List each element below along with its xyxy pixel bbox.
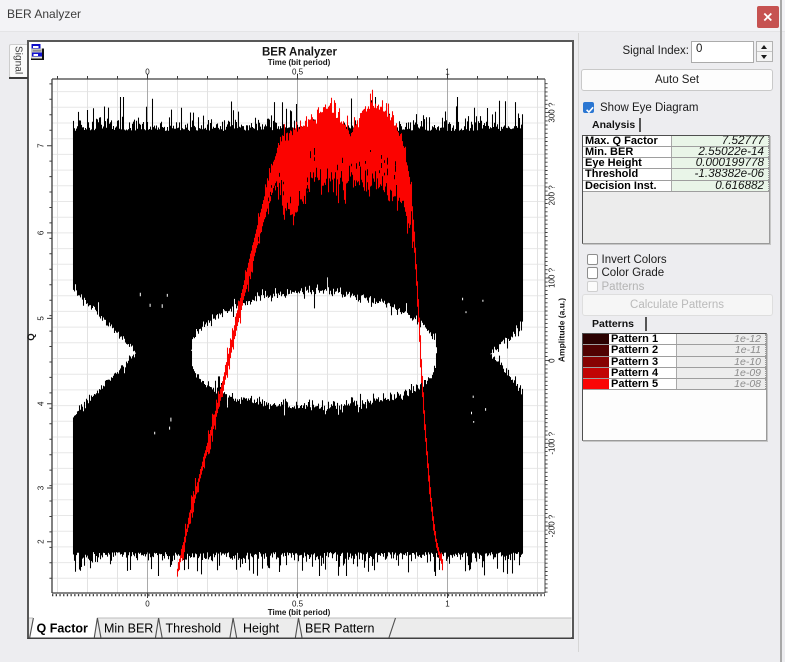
svg-text:-200 ?: -200 ? xyxy=(548,514,557,537)
svg-text:Time (bit period): Time (bit period) xyxy=(268,608,331,617)
svg-text:6: 6 xyxy=(37,230,46,235)
svg-text:100 ?: 100 ? xyxy=(548,267,557,288)
svg-text:Amplitude (a.u.): Amplitude (a.u.) xyxy=(557,298,567,362)
svg-text:Min BER: Min BER xyxy=(104,622,153,636)
svg-text:Q Factor: Q Factor xyxy=(37,622,89,636)
svg-text:BER Analyzer: BER Analyzer xyxy=(262,47,338,59)
svg-text:1: 1 xyxy=(445,600,450,609)
svg-text:2: 2 xyxy=(37,539,46,544)
svg-text:4: 4 xyxy=(37,401,46,406)
svg-text:Q: Q xyxy=(26,333,37,340)
svg-text:0: 0 xyxy=(145,600,150,609)
svg-text:3: 3 xyxy=(37,485,46,490)
svg-text:Height: Height xyxy=(243,622,280,636)
svg-text:0: 0 xyxy=(145,68,150,77)
svg-text:5: 5 xyxy=(37,316,46,321)
svg-text:200 ?: 200 ? xyxy=(548,185,557,206)
svg-text:0.5: 0.5 xyxy=(292,68,304,77)
svg-text:BER Pattern: BER Pattern xyxy=(305,622,375,636)
svg-text:7: 7 xyxy=(37,143,46,148)
svg-text:0: 0 xyxy=(548,358,557,363)
svg-text:1: 1 xyxy=(445,68,450,77)
svg-text:Threshold: Threshold xyxy=(166,622,222,636)
svg-text:Time (bit period): Time (bit period) xyxy=(268,58,331,67)
svg-text:-100 ?: -100 ? xyxy=(548,431,557,454)
svg-text:300 ?: 300 ? xyxy=(548,102,557,123)
